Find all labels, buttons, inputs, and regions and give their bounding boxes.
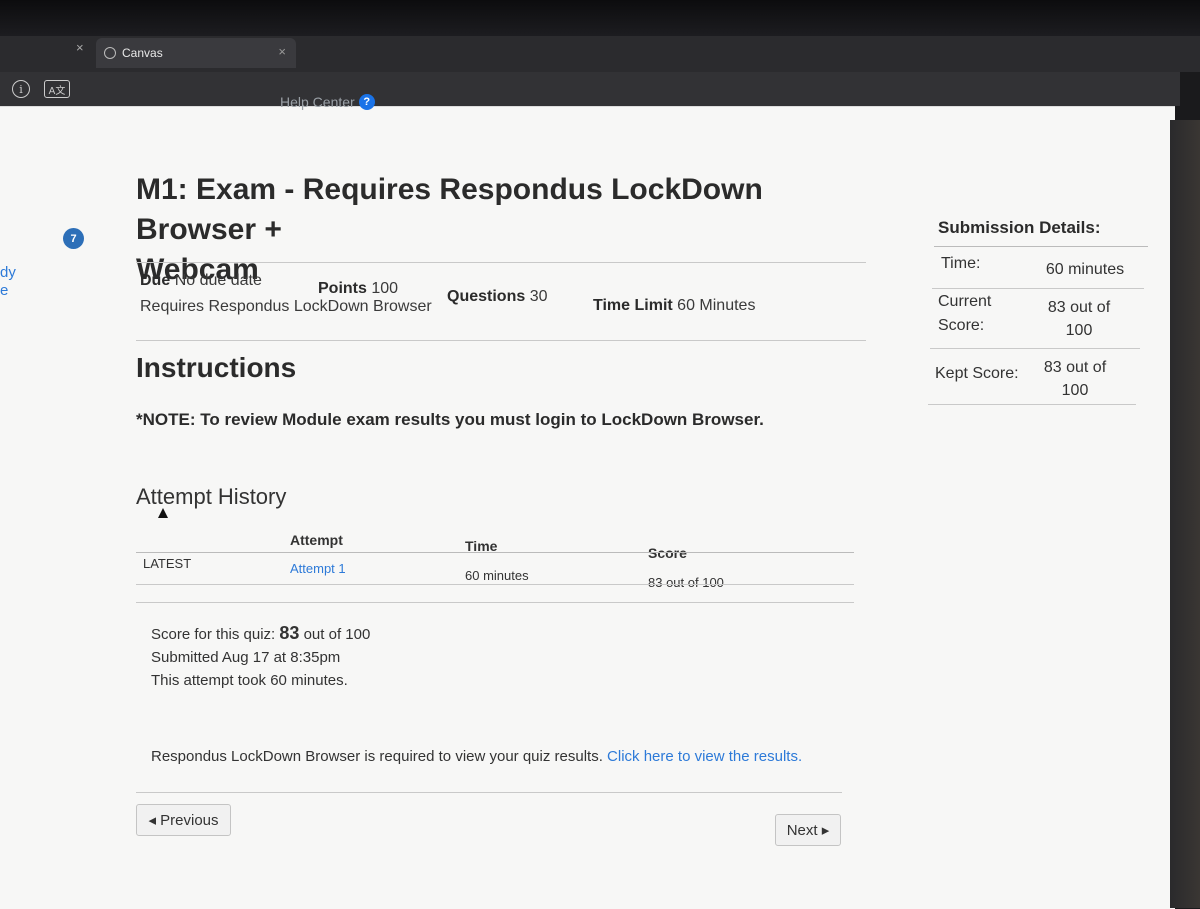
score-value: 83 — [279, 623, 300, 643]
divider — [136, 262, 866, 263]
lockdown-notice: Respondus LockDown Browser is required t… — [151, 748, 802, 765]
divider — [930, 348, 1140, 349]
duration-line: This attempt took 60 minutes. — [151, 672, 348, 689]
info-icon[interactable]: i — [12, 80, 30, 98]
divider — [136, 340, 866, 341]
time-label: Time: — [941, 255, 981, 272]
help-center-link[interactable]: Help Center ? — [280, 94, 375, 110]
current-score-label-line-1: Current — [938, 293, 992, 310]
current-score-value: 83 out of 100 — [1040, 296, 1118, 342]
table-header-rule — [136, 552, 854, 553]
row-score: 83 out of 100 — [648, 575, 724, 590]
due-date: Due No due date — [140, 272, 262, 290]
questions: Questions 30 — [447, 288, 547, 306]
points-value: 100 — [371, 280, 399, 297]
sidebar-edge-line-2: e — [0, 282, 9, 299]
screen-bezel — [0, 0, 1200, 40]
column-header-attempt: Attempt — [290, 532, 343, 548]
tab-title: Canvas — [122, 46, 163, 60]
notification-badge: 7 — [63, 228, 84, 249]
divider — [136, 792, 842, 793]
submitted-line: Submitted Aug 17 at 8:35pm — [151, 649, 341, 666]
translate-icon[interactable]: A文 — [44, 80, 70, 98]
help-icon: ? — [358, 94, 375, 110]
previous-tab-close-icon[interactable]: × — [76, 40, 84, 55]
score-suffix: out of 100 — [303, 626, 371, 643]
mouse-cursor — [158, 508, 168, 518]
row-time: 60 minutes — [465, 568, 529, 583]
points-label: Points — [318, 280, 367, 297]
requires-lockdown-text: Requires Respondus LockDown Browser — [140, 298, 432, 315]
points: Points 100 — [318, 280, 398, 298]
view-results-link[interactable]: Click here to view the results. — [607, 748, 802, 765]
column-header-score: Score — [648, 545, 687, 561]
title-line-1: M1: Exam - Requires Respondus LockDown B… — [136, 173, 763, 246]
sidebar-edge-text[interactable]: dy e — [0, 264, 16, 300]
time-limit: Time Limit 60 Minutes — [593, 297, 755, 315]
lockdown-text: Respondus LockDown Browser is required t… — [151, 748, 603, 765]
divider — [934, 246, 1148, 247]
time-limit-label: Time Limit — [593, 297, 673, 314]
score-line: Score for this quiz: 83 out of 100 — [151, 622, 370, 646]
current-score-value-line-2: 100 — [1065, 322, 1093, 339]
tab-close-icon[interactable]: × — [278, 44, 286, 59]
globe-icon — [104, 47, 116, 59]
row-label: LATEST — [143, 556, 192, 571]
table-row-rule — [136, 602, 854, 603]
current-score-value-line-1: 83 out of — [1047, 299, 1111, 316]
submission-details-heading: Submission Details: — [938, 218, 1101, 237]
attempt-link[interactable]: Attempt 1 — [290, 561, 346, 576]
help-center-label: Help Center — [280, 94, 355, 110]
browser-tab-canvas[interactable]: Canvas × — [96, 38, 296, 68]
current-score-label: Current Score: — [938, 290, 991, 338]
sidebar-edge-line-1: dy — [0, 264, 16, 281]
kept-score-value: 83 out of 100 — [1036, 356, 1114, 402]
kept-score-label: Kept Score: — [935, 365, 1019, 382]
instructions-note: *NOTE: To review Module exam results you… — [136, 410, 764, 429]
kept-score-value-line-2: 100 — [1061, 382, 1089, 399]
time-limit-value: 60 Minutes — [677, 297, 756, 314]
table-row-rule — [136, 584, 854, 585]
due-value: No due date — [174, 272, 262, 289]
current-score-label-line-2: Score: — [938, 317, 985, 334]
questions-value: 30 — [529, 288, 548, 305]
time-value: 60 minutes — [1045, 261, 1125, 278]
next-button[interactable]: Next ▸ — [775, 814, 841, 846]
score-prefix: Score for this quiz: — [151, 626, 276, 643]
due-label: Due — [140, 272, 171, 289]
questions-label: Questions — [447, 288, 526, 305]
address-bar: i A文 — [0, 72, 1180, 106]
divider — [928, 404, 1136, 405]
divider — [932, 288, 1144, 289]
kept-score-value-line-1: 83 out of — [1043, 359, 1107, 376]
attempt-history-heading: Attempt History — [136, 484, 287, 509]
instructions-heading: Instructions — [136, 352, 297, 383]
screen-edge — [1170, 120, 1200, 908]
quiz-summary: Score for this quiz: 83 out of 100 Submi… — [151, 622, 370, 692]
previous-button[interactable]: ◂ Previous — [136, 804, 231, 836]
